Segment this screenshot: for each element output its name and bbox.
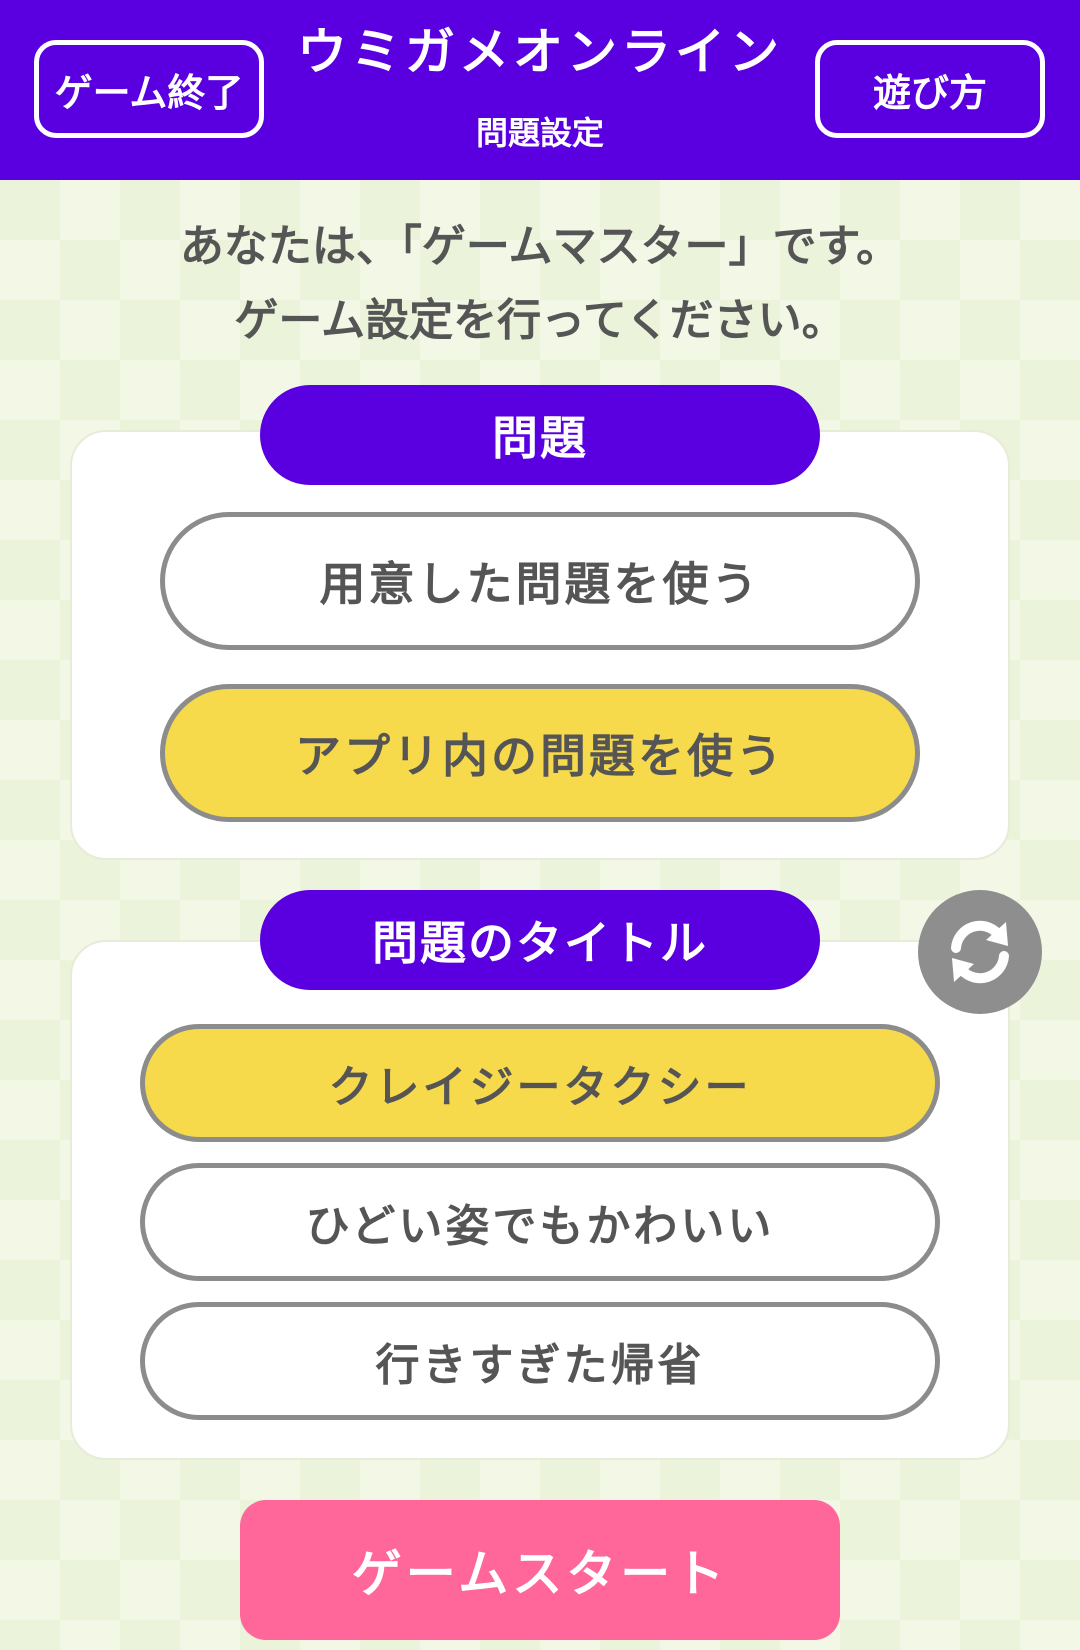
- instructions-text: あなたは、「ゲームマスター」です。 ゲーム設定を行ってください。: [0, 210, 1080, 358]
- problem-title-section-heading: 問題のタイトル: [260, 890, 820, 990]
- problem-section-heading: 問題: [260, 385, 820, 485]
- refresh-titles-button[interactable]: [918, 890, 1042, 1014]
- use-prepared-problem-option[interactable]: 用意した問題を使う: [160, 512, 920, 650]
- app-header: ゲーム終了 ウミガメオンライン 問題設定 遊び方: [0, 0, 1080, 180]
- game-start-button[interactable]: ゲームスタート: [240, 1500, 840, 1640]
- title-option-hidoi-sugata[interactable]: ひどい姿でもかわいい: [140, 1163, 940, 1281]
- refresh-icon: [951, 920, 1009, 984]
- title-option-crazy-taxi[interactable]: クレイジータクシー: [140, 1024, 940, 1142]
- instructions-line-2: ゲーム設定を行ってください。: [234, 295, 846, 346]
- instructions-line-1: あなたは、「ゲームマスター」です。: [179, 221, 901, 272]
- title-option-ikisugita-kisei[interactable]: 行きすぎた帰省: [140, 1302, 940, 1420]
- how-to-play-button[interactable]: 遊び方: [815, 40, 1045, 138]
- use-app-problem-option[interactable]: アプリ内の問題を使う: [160, 684, 920, 822]
